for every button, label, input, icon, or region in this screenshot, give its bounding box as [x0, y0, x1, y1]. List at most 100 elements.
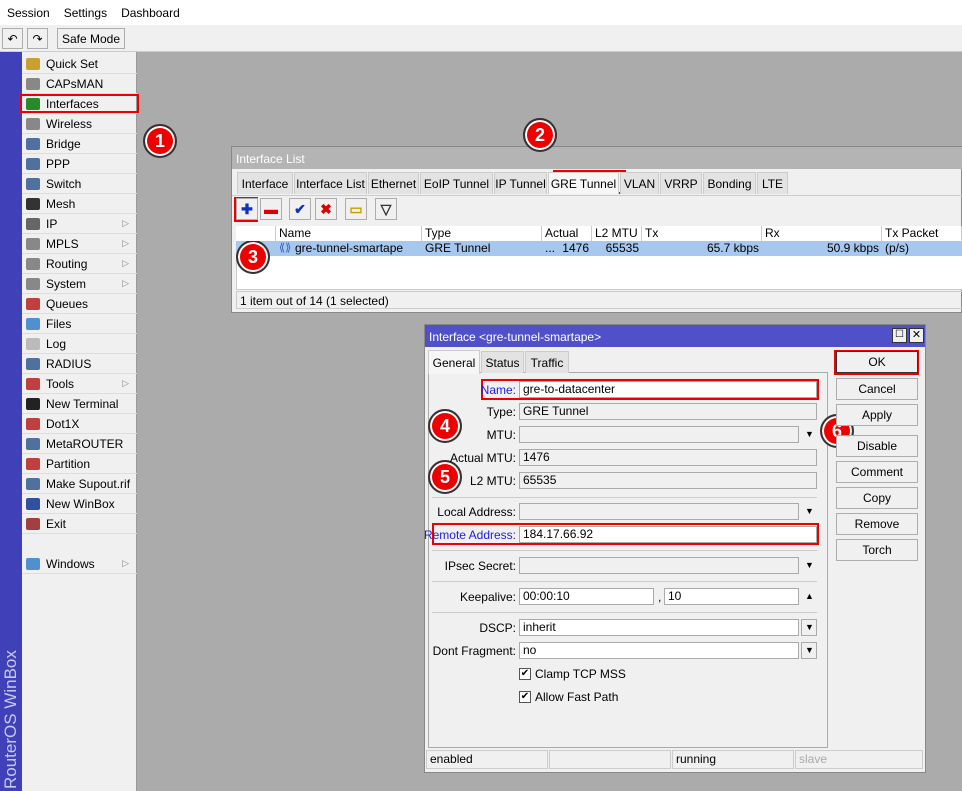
sidebar-item-label: Queues: [46, 296, 89, 311]
clamp-tcp-mss-label: Clamp TCP MSS: [535, 667, 626, 681]
comment-button[interactable]: Comment: [836, 461, 918, 483]
safe-mode-button[interactable]: Safe Mode: [57, 28, 125, 49]
type-field[interactable]: GRE Tunnel: [519, 403, 817, 420]
comment-icon[interactable]: ▭: [345, 198, 367, 220]
sidebar-item-ppp[interactable]: PPP: [22, 154, 137, 174]
close-icon[interactable]: ✕: [909, 328, 924, 343]
sidebar-item-system[interactable]: System ▷: [22, 274, 137, 294]
check-icon[interactable]: ✔: [289, 198, 311, 220]
allow-fast-path-checkbox[interactable]: ✔: [519, 691, 531, 703]
tab-traffic[interactable]: Traffic: [525, 351, 569, 373]
dont-fragment-dropdown-icon[interactable]: ▼: [801, 642, 817, 659]
sidebar-item-label: Dot1X: [46, 416, 80, 431]
tab-lte[interactable]: LTE: [757, 172, 788, 194]
tab-bonding[interactable]: Bonding: [703, 172, 756, 194]
column-header-tx-packet-p-s[interactable]: Tx Packet (p/s): [882, 226, 962, 255]
list-status: 1 item out of 14 (1 selected): [236, 291, 962, 309]
apply-button[interactable]: Apply: [836, 404, 918, 426]
clamp-tcp-mss-checkbox[interactable]: ✔: [519, 668, 531, 680]
ipsec-secret-field[interactable]: [519, 557, 799, 574]
sidebar-item-switch[interactable]: Switch: [22, 174, 137, 194]
redo-icon[interactable]: ↷: [27, 28, 48, 49]
dont-fragment-field[interactable]: no: [519, 642, 799, 659]
sidebar-item-label: Partition: [46, 456, 91, 471]
sidebar-item-label: System: [46, 276, 87, 291]
sidebar-item-windows[interactable]: Windows ▷: [22, 554, 137, 574]
sidebar-item-metarouter[interactable]: MetaROUTER: [22, 434, 137, 454]
column-header-type[interactable]: Type: [422, 226, 542, 241]
sidebar-item-label: PPP: [46, 156, 71, 171]
column-header-l2-mtu[interactable]: L2 MTU: [592, 226, 642, 241]
tools-icon: [26, 377, 40, 390]
sidebar-item-files[interactable]: Files: [22, 314, 137, 334]
name-field[interactable]: gre-to-datacenter: [519, 381, 817, 398]
dscp-field[interactable]: inherit: [519, 619, 799, 636]
sidebar-item-radius[interactable]: RADIUS: [22, 354, 137, 374]
torch-button[interactable]: Torch: [836, 539, 918, 561]
sidebar-item-queues[interactable]: Queues: [22, 294, 137, 314]
local-address-field[interactable]: [519, 503, 799, 520]
disable-button[interactable]: Disable: [836, 435, 918, 457]
sidebar-item-routing[interactable]: Routing ▷: [22, 254, 137, 274]
cross-icon[interactable]: ✖: [315, 198, 337, 220]
plus-icon[interactable]: ✚: [236, 198, 258, 220]
menu-dashboard[interactable]: Dashboard: [114, 6, 187, 20]
minus-icon[interactable]: ▬: [260, 198, 282, 220]
tab-ethernet[interactable]: Ethernet: [368, 172, 419, 194]
dscp-dropdown-icon[interactable]: ▼: [801, 619, 817, 636]
tab-eoip-tunnel[interactable]: EoIP Tunnel: [420, 172, 493, 194]
filter-icon[interactable]: ▽: [375, 198, 397, 220]
sidebar-item-capsman[interactable]: CAPsMAN: [22, 74, 137, 94]
menu-settings[interactable]: Settings: [57, 6, 114, 20]
sidebar-item-label: New WinBox: [46, 496, 115, 511]
maximize-icon[interactable]: ☐: [892, 328, 907, 343]
sidebar-item-quick-set[interactable]: Quick Set: [22, 54, 137, 74]
sidebar-item-log[interactable]: Log: [22, 334, 137, 354]
sidebar-item-bridge[interactable]: Bridge: [22, 134, 137, 154]
tab-vlan[interactable]: VLAN: [620, 172, 659, 194]
mtu-label: MTU:: [486, 428, 516, 442]
tab-interface[interactable]: Interface: [237, 172, 293, 194]
actual-mtu-field[interactable]: 1476: [519, 449, 817, 466]
sidebar-item-mesh[interactable]: Mesh: [22, 194, 137, 214]
tab-vrrp[interactable]: VRRP: [660, 172, 702, 194]
chevron-right-icon: ▷: [122, 558, 129, 568]
sidebar-item-new-winbox[interactable]: New WinBox: [22, 494, 137, 514]
sidebar-item-tools[interactable]: Tools ▷: [22, 374, 137, 394]
sidebar-item-make-supout-rif[interactable]: Make Supout.rif: [22, 474, 137, 494]
sidebar-item-exit[interactable]: Exit: [22, 514, 137, 534]
cell-tx: 65.7 kbps: [706, 241, 759, 255]
chevron-right-icon: ▷: [122, 258, 129, 268]
copy-button[interactable]: Copy: [836, 487, 918, 509]
ok-button[interactable]: OK: [836, 351, 918, 373]
l2-mtu-field[interactable]: 65535: [519, 472, 817, 489]
keepalive-timeout-field[interactable]: 10: [664, 588, 799, 605]
remote-address-field[interactable]: 184.17.66.92: [519, 526, 817, 543]
tab-status[interactable]: Status: [481, 351, 524, 373]
sidebar-item-ip[interactable]: IP ▷: [22, 214, 137, 234]
mtu-field[interactable]: [519, 426, 799, 443]
tab-gre-tunnel[interactable]: GRE Tunnel: [548, 172, 619, 194]
sidebar-item-dot1x[interactable]: Dot1X: [22, 414, 137, 434]
sidebar-item-partition[interactable]: Partition: [22, 454, 137, 474]
sidebar-item-new-terminal[interactable]: New Terminal: [22, 394, 137, 414]
tab-interface-list[interactable]: Interface List: [294, 172, 367, 194]
column-header-tx[interactable]: Tx: [642, 226, 762, 241]
column-header-name[interactable]: Name: [276, 226, 422, 241]
sidebar-item-mpls[interactable]: MPLS ▷: [22, 234, 137, 254]
keepalive-field[interactable]: 00:00:10: [519, 588, 654, 605]
local-address-dropdown-icon[interactable]: ▼: [805, 506, 814, 516]
column-header-actual[interactable]: Actual ...: [542, 226, 592, 255]
tab-ip-tunnel[interactable]: IP Tunnel: [494, 172, 547, 194]
collapse-up-icon[interactable]: ▲: [805, 591, 814, 601]
column-header-rx[interactable]: Rx: [762, 226, 882, 241]
remove-button[interactable]: Remove: [836, 513, 918, 535]
mtu-dropdown-icon[interactable]: ▼: [805, 429, 814, 439]
sidebar-item-wireless[interactable]: Wireless: [22, 114, 137, 134]
ipsec-secret-dropdown-icon[interactable]: ▼: [805, 560, 814, 570]
cancel-button[interactable]: Cancel: [836, 378, 918, 400]
undo-icon[interactable]: ↶: [2, 28, 23, 49]
sidebar-item-label: New Terminal: [46, 396, 119, 411]
menu-session[interactable]: Session: [0, 6, 57, 20]
tab-general[interactable]: General: [428, 350, 480, 374]
